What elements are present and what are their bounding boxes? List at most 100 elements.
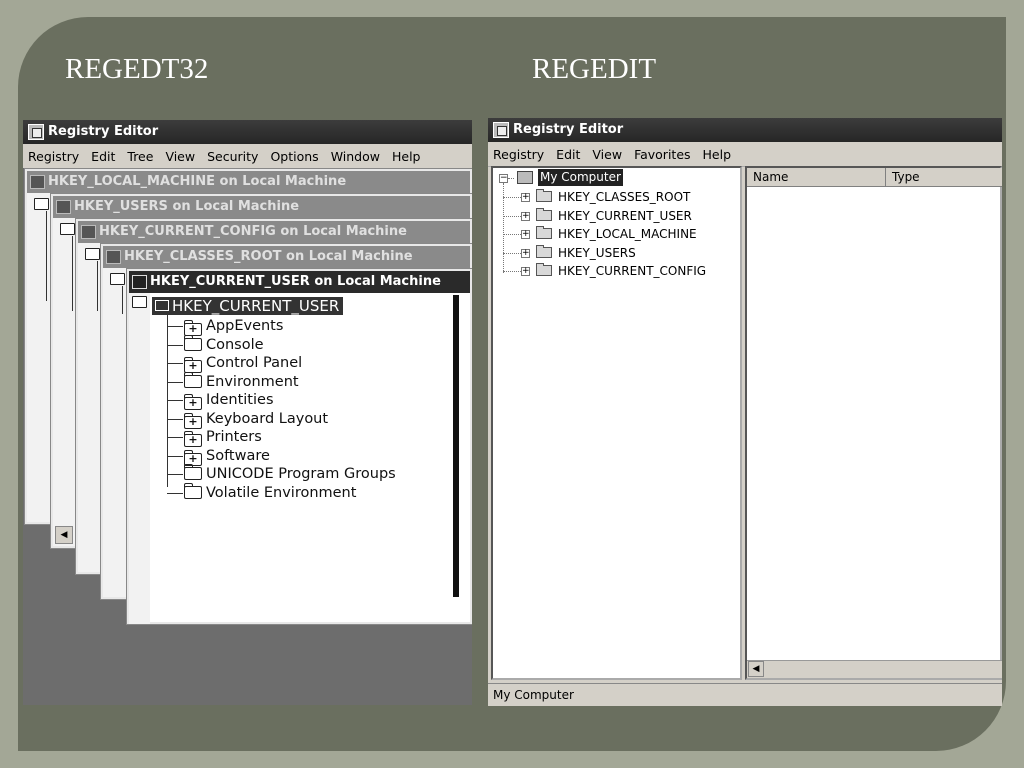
tree-subkey-item[interactable]: Console: [184, 334, 264, 354]
mdi-titlebar-hkcu[interactable]: HKEY_CURRENT_USER on Local Machine: [129, 271, 470, 293]
expandable-folder-icon: [184, 394, 202, 410]
expandable-folder-icon: [184, 412, 202, 429]
slide-title-left: REGEDT32: [65, 53, 209, 85]
regedt32-menu-edit[interactable]: Edit: [86, 149, 120, 164]
mdi-window-icon: [56, 200, 71, 214]
regedt32-titlebar[interactable]: Registry Editor: [23, 120, 472, 144]
regedt32-menu-registry[interactable]: Registry: [23, 149, 84, 164]
open-folder-icon: [110, 273, 125, 285]
tree-hive-item[interactable]: HKEY_CURRENT_CONFIG: [536, 262, 706, 280]
open-folder-icon: [60, 223, 75, 235]
tree-subkey-label: AppEvents: [206, 318, 284, 334]
tree-subkey-item[interactable]: UNICODE Program Groups: [184, 464, 396, 483]
mdi-titlebar-hkcr[interactable]: HKEY_CLASSES_ROOT on Local Machine: [103, 246, 470, 268]
expand-toggle[interactable]: +: [521, 230, 530, 239]
open-folder-icon: [34, 198, 49, 210]
tree-subkey-label: Software: [206, 447, 270, 464]
mdi-titlebar-hku[interactable]: HKEY_USERS on Local Machine: [53, 196, 470, 218]
tree-hive-label: HKEY_CURRENT_CONFIG: [558, 264, 707, 278]
expandable-folder-icon: [184, 431, 202, 447]
mdi-window-icon: [106, 250, 121, 264]
regedt32-menu-window[interactable]: Window: [326, 149, 385, 164]
regedit-menu-help[interactable]: Help: [698, 147, 737, 162]
tree-hive-label: HKEY_CURRENT_USER: [558, 208, 692, 223]
tree-subkey-item[interactable]: Identities: [184, 391, 274, 410]
open-folder-icon: [85, 248, 100, 260]
folder-icon: [536, 244, 552, 258]
expand-toggle[interactable]: +: [521, 211, 530, 221]
folder-icon: [536, 189, 552, 202]
tree-hive-item[interactable]: HKEY_CURRENT_USER: [536, 207, 692, 225]
regedit-menu-registry[interactable]: Registry: [488, 147, 549, 162]
regedt32-menu-tree[interactable]: Tree: [122, 149, 158, 164]
folder-icon: [184, 482, 202, 499]
regedt32-menu-options[interactable]: Options: [265, 149, 323, 164]
regedt32-window: Registry Editor Registry Edit Tree View Secu…: [23, 120, 472, 705]
slide-title-right: REGEDIT: [532, 53, 657, 85]
mdi-title-text: HKEY_LOCAL_MACHINE on Local Machine: [48, 174, 347, 189]
regedit-menu-view[interactable]: View: [587, 147, 627, 162]
regedit-window: Registry Editor Registry Edit View Favorite…: [488, 118, 1002, 706]
tree-subkey-item[interactable]: Control Panel: [184, 354, 303, 373]
tree-subkey-label: Volatile Environment: [206, 484, 357, 501]
expand-toggle[interactable]: +: [521, 248, 530, 258]
column-header-name[interactable]: Name: [747, 168, 886, 187]
expand-toggle[interactable]: +: [521, 267, 530, 276]
regedit-menubar: Registry Edit View Favorites Help: [488, 142, 1002, 167]
folder-icon: [536, 263, 552, 276]
tree-hive-label: HKEY_LOCAL_MACHINE: [558, 227, 697, 241]
tree-subkey-label: Printers: [206, 429, 262, 445]
mdi-window-icon: [81, 225, 96, 239]
tree-subkey-label: Control Panel: [206, 355, 303, 371]
folder-icon: [184, 464, 202, 480]
tree-subkey-label: Environment: [206, 373, 299, 390]
tree-subkey-item[interactable]: Printers: [184, 428, 262, 447]
scroll-left-button[interactable]: ◀: [748, 661, 764, 677]
mdi-window-hkcu[interactable]: HKEY_CURRENT_USER on Local Machine HKEY_…: [126, 268, 472, 625]
regedt32-menubar: Registry Edit Tree View Security Options Windo…: [23, 144, 472, 169]
tree-subkey-item[interactable]: Environment: [184, 371, 299, 391]
regedit-menu-edit[interactable]: Edit: [551, 147, 585, 162]
tree-subkey-label: Console: [206, 336, 264, 353]
tree-hive-item[interactable]: HKEY_LOCAL_MACHINE: [536, 225, 697, 243]
regedit-tree-pane: − My Computer + HKEY_CLASSES_ROOT + HKEY_CU…: [491, 166, 742, 680]
regedt32-menu-view[interactable]: View: [160, 149, 200, 164]
tree-hive-item[interactable]: HKEY_USERS: [536, 244, 636, 262]
folder-icon: [536, 226, 552, 239]
regedt32-mdi-client: HKEY_LOCAL_MACHINE on Local Machine HKEY…: [23, 168, 472, 705]
mdi-window-icon: [30, 175, 45, 189]
tree-subkey-label: Identities: [206, 392, 274, 408]
tree-hive-item[interactable]: HKEY_CLASSES_ROOT: [536, 188, 690, 206]
registry-editor-icon: [493, 122, 509, 138]
tree-subkey-item[interactable]: Volatile Environment: [184, 482, 357, 502]
tree-hive-label: HKEY_USERS: [558, 245, 636, 260]
regedit-window-title: Registry Editor: [513, 122, 624, 137]
registry-editor-icon: [28, 124, 44, 140]
tree-subkey-item[interactable]: Keyboard Layout: [184, 410, 329, 429]
tree-subkey-item[interactable]: Software: [184, 447, 270, 466]
tree-subkey-item[interactable]: AppEvents: [184, 317, 284, 336]
regedit-titlebar[interactable]: Registry Editor: [488, 118, 1002, 142]
mdi-titlebar-hkcc[interactable]: HKEY_CURRENT_CONFIG on Local Machine: [78, 221, 470, 243]
regedt32-menu-security[interactable]: Security: [202, 149, 263, 164]
mdi-titlebar-hklm[interactable]: HKEY_LOCAL_MACHINE on Local Machine: [27, 171, 470, 193]
mdi-title-text: HKEY_USERS on Local Machine: [74, 199, 300, 214]
mdi-window-icon: [132, 275, 147, 289]
column-header-type[interactable]: Type: [886, 168, 1002, 187]
regedit-menu-favorites[interactable]: Favorites: [629, 147, 695, 162]
regedt32-window-title: Registry Editor: [48, 124, 159, 139]
mdi-title-text: HKEY_CURRENT_USER on Local Machine: [150, 274, 441, 289]
tree-subkey-label: Keyboard Layout: [206, 410, 329, 427]
expand-toggle[interactable]: +: [521, 193, 530, 202]
regedt32-menu-help[interactable]: Help: [387, 149, 426, 164]
hive-list: + HKEY_CLASSES_ROOT + HKEY_CURRENT_USER + HKE…: [493, 168, 740, 368]
mdi-title-text: HKEY_CLASSES_ROOT on Local Machine: [124, 249, 413, 264]
tree-hive-label: HKEY_CLASSES_ROOT: [558, 190, 691, 204]
hkcu-subkey-list: AppEvents Console Control Panel Environment…: [129, 295, 459, 624]
folder-icon: [536, 207, 552, 221]
mdi-title-text: HKEY_CURRENT_CONFIG on Local Machine: [99, 224, 407, 239]
tree-subkey-label: UNICODE Program Groups: [206, 466, 396, 482]
horizontal-scrollbar[interactable]: ◀: [747, 660, 1002, 678]
scroll-left-button[interactable]: ◀: [55, 526, 73, 544]
vertical-scrollbar[interactable]: [453, 295, 459, 597]
